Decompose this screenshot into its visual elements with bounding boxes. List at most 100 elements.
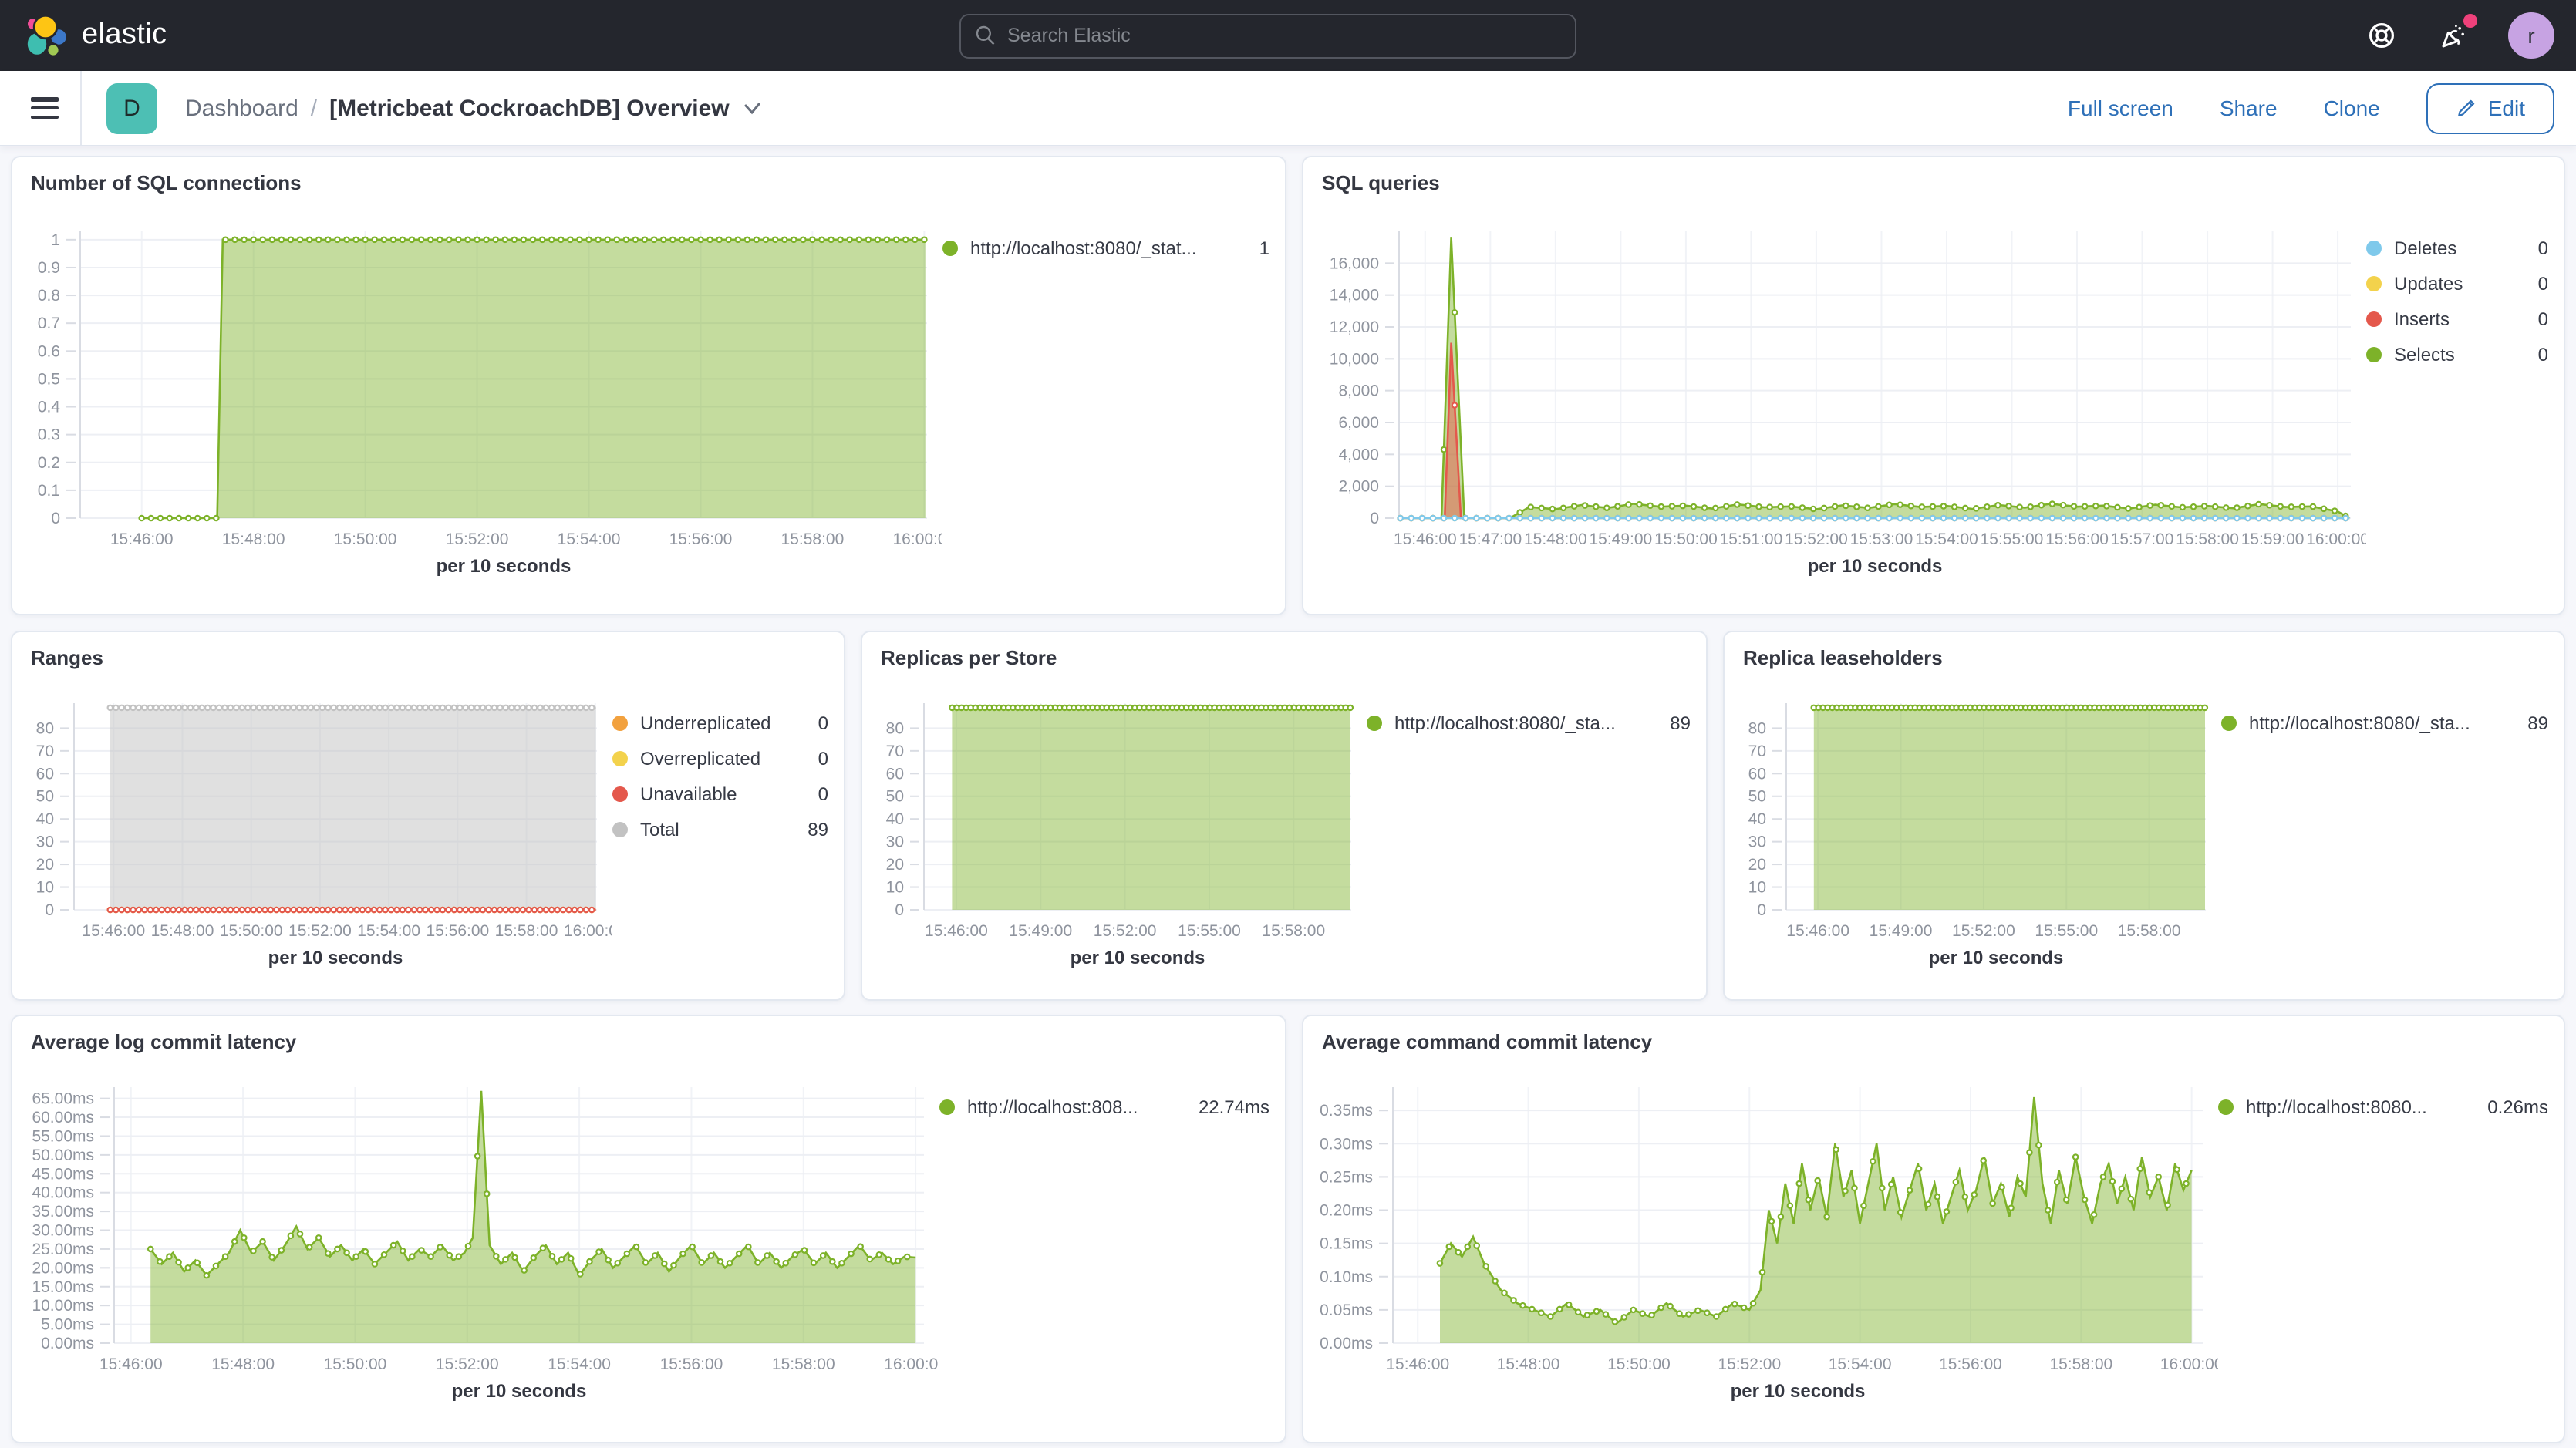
chart-svg: 0102030405060708015:46:0015:48:0015:50:0… [22, 685, 612, 981]
legend-color-dot [2218, 1099, 2234, 1115]
legend-item[interactable]: http://localhost:8080/_sta...89 [1367, 712, 1691, 734]
svg-text:0.2: 0.2 [38, 454, 60, 472]
svg-text:0: 0 [45, 901, 54, 919]
svg-text:15:58:00: 15:58:00 [1262, 922, 1325, 940]
legend-color-dot [1367, 716, 1382, 731]
legend-color-dot [612, 786, 628, 802]
svg-text:15:48:00: 15:48:00 [151, 922, 214, 940]
panel-title[interactable]: Ranges [12, 632, 844, 669]
legend-item[interactable]: Unavailable0 [612, 783, 828, 805]
svg-text:14,000: 14,000 [1330, 287, 1379, 305]
svg-text:0.00ms: 0.00ms [41, 1335, 94, 1352]
svg-text:10,000: 10,000 [1330, 350, 1379, 368]
svg-text:80: 80 [1748, 719, 1766, 737]
legend-label: Underreplicated [640, 712, 770, 734]
svg-text:per 10 seconds: per 10 seconds [437, 556, 572, 577]
elastic-brand[interactable]: elastic [22, 12, 167, 59]
chart-sql-connections[interactable]: 00.10.20.30.40.50.60.70.80.9115:46:0015:… [22, 194, 942, 597]
share-button[interactable]: Share [2220, 96, 2278, 120]
avatar-initial: r [2527, 23, 2534, 48]
legend-value: 0 [803, 712, 828, 734]
svg-text:50: 50 [36, 788, 54, 806]
svg-text:15:46:00: 15:46:00 [1394, 530, 1457, 548]
legend-item[interactable]: Updates0 [2366, 273, 2548, 295]
svg-text:15:59:00: 15:59:00 [2241, 530, 2305, 548]
legend-label: http://localhost:8080/_sta... [2249, 712, 2470, 734]
svg-text:15:56:00: 15:56:00 [426, 922, 489, 940]
user-avatar[interactable]: r [2508, 12, 2554, 59]
brand-name: elastic [82, 19, 167, 52]
legend-item[interactable]: http://localhost:8080/_stat...1 [942, 237, 1269, 259]
svg-text:15:56:00: 15:56:00 [669, 530, 733, 548]
clone-button[interactable]: Clone [2324, 96, 2380, 120]
legend-item[interactable]: Selects0 [2366, 344, 2548, 365]
svg-text:15:52:00: 15:52:00 [1785, 530, 1848, 548]
svg-text:35.00ms: 35.00ms [32, 1203, 94, 1221]
legend-item[interactable]: http://localhost:8080/_sta...89 [2221, 712, 2548, 734]
svg-text:50: 50 [1748, 788, 1766, 806]
legend-item[interactable]: Overreplicated0 [612, 748, 828, 769]
chart-legend: Deletes0Updates0Inserts0Selects0 [2366, 194, 2548, 597]
chart-sql-queries[interactable]: 02,0004,0006,0008,00010,00012,00014,0001… [1313, 194, 2366, 597]
legend-value: 89 [792, 819, 828, 840]
svg-text:12,000: 12,000 [1330, 318, 1379, 336]
legend-item[interactable]: Total89 [612, 819, 828, 840]
menu-icon[interactable] [31, 97, 59, 119]
chart-avg-command-commit-latency[interactable]: 0.00ms0.05ms0.10ms0.15ms0.20ms0.25ms0.30… [1313, 1053, 2218, 1422]
chart-avg-log-commit-latency[interactable]: 0.00ms5.00ms10.00ms15.00ms20.00ms25.00ms… [22, 1053, 939, 1422]
svg-text:50: 50 [886, 788, 904, 806]
svg-text:15:46:00: 15:46:00 [82, 922, 145, 940]
legend-value: 0 [2523, 344, 2548, 365]
svg-text:45.00ms: 45.00ms [32, 1165, 94, 1183]
legend-item[interactable]: http://localhost:808...22.74ms [939, 1096, 1269, 1118]
help-icon[interactable] [2366, 20, 2397, 51]
chevron-down-icon[interactable] [742, 98, 762, 118]
svg-text:25.00ms: 25.00ms [32, 1241, 94, 1258]
chart-legend: http://localhost:8080...0.26ms [2218, 1053, 2548, 1422]
legend-label: http://localhost:808... [967, 1096, 1138, 1118]
legend-color-dot [2366, 311, 2382, 327]
chart-replica-leaseholders[interactable]: 0102030405060708015:46:0015:49:0015:52:0… [1734, 669, 2221, 988]
legend-item[interactable]: Underreplicated 0 [612, 712, 828, 734]
chart-svg: 00.10.20.30.40.50.60.70.80.9115:46:0015:… [22, 210, 942, 589]
chart-ranges[interactable]: 0102030405060708015:46:0015:48:0015:50:0… [22, 669, 612, 988]
panel-title[interactable]: SQL queries [1303, 157, 2564, 194]
page-title[interactable]: [Metricbeat CockroachDB] Overview [329, 95, 730, 121]
svg-text:80: 80 [36, 719, 54, 737]
panel-title[interactable]: Replicas per Store [862, 632, 1706, 669]
panel-avg-command-commit-latency: Average command commit latency 0.00ms0.0… [1302, 1015, 2565, 1443]
panel-sql-queries: SQL queries 02,0004,0006,0008,00010,0001… [1302, 156, 2565, 615]
search-input[interactable] [1007, 25, 1561, 46]
legend-label: Updates [2394, 273, 2463, 295]
legend-color-dot [612, 716, 628, 731]
breadcrumb-dashboard[interactable]: Dashboard [185, 95, 298, 121]
full-screen-button[interactable]: Full screen [2068, 96, 2173, 120]
panel-title[interactable]: Average command commit latency [1303, 1016, 2564, 1053]
legend-item[interactable]: Inserts0 [2366, 308, 2548, 330]
legend-value: 0 [803, 748, 828, 769]
legend-item[interactable]: http://localhost:8080...0.26ms [2218, 1096, 2548, 1118]
svg-text:per 10 seconds: per 10 seconds [268, 948, 403, 968]
panel-title[interactable]: Replica leaseholders [1725, 632, 2564, 669]
chart-svg: 0.00ms5.00ms10.00ms15.00ms20.00ms25.00ms… [22, 1069, 939, 1414]
panel-title[interactable]: Number of SQL connections [12, 157, 1285, 194]
svg-text:per 10 seconds: per 10 seconds [1071, 948, 1205, 968]
svg-text:0.6: 0.6 [38, 342, 60, 360]
svg-text:0.7: 0.7 [38, 315, 60, 332]
legend-color-dot [612, 822, 628, 837]
svg-text:16:00:00: 16:00:00 [564, 922, 612, 940]
svg-text:10: 10 [1748, 879, 1766, 897]
newsfeed-icon[interactable] [2437, 20, 2468, 51]
panel-title[interactable]: Average log commit latency [12, 1016, 1285, 1053]
svg-text:5.00ms: 5.00ms [41, 1316, 94, 1334]
edit-button[interactable]: Edit [2426, 83, 2554, 133]
svg-text:15:55:00: 15:55:00 [2035, 922, 2098, 940]
svg-text:15:48:00: 15:48:00 [1497, 1355, 1560, 1373]
global-search[interactable] [959, 13, 1576, 58]
svg-text:15:58:00: 15:58:00 [772, 1355, 835, 1373]
svg-text:15:49:00: 15:49:00 [1589, 530, 1652, 548]
chart-replicas-per-store[interactable]: 0102030405060708015:46:0015:49:0015:52:0… [872, 669, 1367, 988]
space-badge[interactable]: D [106, 83, 157, 133]
legend-item[interactable]: Deletes0 [2366, 237, 2548, 259]
svg-text:70: 70 [886, 743, 904, 760]
